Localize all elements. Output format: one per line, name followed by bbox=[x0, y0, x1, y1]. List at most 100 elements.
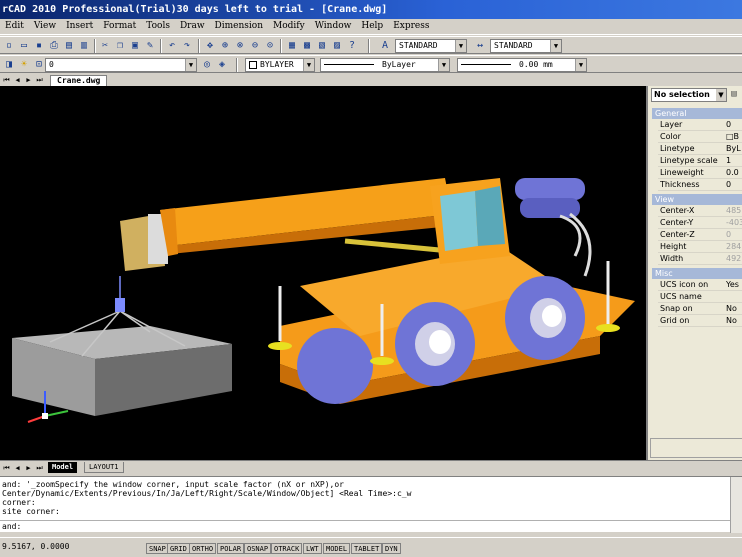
prop-row[interactable]: Width 492 bbox=[658, 253, 742, 265]
command-input[interactable]: and: bbox=[0, 520, 730, 531]
prop-row[interactable]: Linetype ByL bbox=[658, 143, 742, 155]
prop-row[interactable]: UCS icon on Yes bbox=[658, 279, 742, 291]
tab-model[interactable]: Model bbox=[48, 462, 78, 473]
color-select[interactable]: BYLAYER ▼ bbox=[245, 58, 315, 72]
document-tab[interactable]: Crane.dwg bbox=[50, 75, 108, 86]
winch-drums bbox=[515, 178, 592, 277]
tool-palette-icon[interactable]: ▧ bbox=[315, 39, 329, 52]
lwt-toggle[interactable]: LWT bbox=[303, 543, 322, 554]
text-style-icon[interactable]: A bbox=[378, 39, 392, 52]
grid-toggle[interactable]: GRID bbox=[167, 543, 190, 554]
layer-previous-icon[interactable]: ◈ bbox=[215, 58, 229, 71]
match-properties-icon[interactable]: ✎ bbox=[143, 39, 157, 52]
command-history-line: site corner: bbox=[2, 507, 60, 516]
zoom-previous-icon[interactable]: ⊖ bbox=[248, 39, 262, 52]
chevron-down-icon: ▼ bbox=[185, 59, 196, 71]
cut-icon[interactable]: ✂ bbox=[98, 39, 112, 52]
ortho-toggle[interactable]: ORTHO bbox=[189, 543, 217, 554]
zoom-realtime-icon[interactable]: ⊕ bbox=[218, 39, 232, 52]
category-misc[interactable]: Misc bbox=[652, 268, 742, 279]
pan-icon[interactable]: ✥ bbox=[203, 39, 217, 52]
calculator-icon[interactable]: ▨ bbox=[330, 39, 344, 52]
layer-lock-icon[interactable]: ⊡ bbox=[32, 58, 46, 71]
dyn-toggle[interactable]: DYN bbox=[382, 543, 401, 554]
publish-icon[interactable]: ▥ bbox=[77, 39, 91, 52]
tab-first-icon[interactable]: ⏮ bbox=[2, 75, 11, 85]
menu-tools[interactable]: Tools bbox=[141, 19, 175, 35]
lineweight-sample bbox=[461, 64, 511, 65]
lineweight-select[interactable]: 0.00 mm ▼ bbox=[457, 58, 587, 72]
model-toggle[interactable]: MODEL bbox=[323, 543, 351, 554]
print-icon[interactable]: ⎙ bbox=[47, 39, 61, 52]
preview-icon[interactable]: ▤ bbox=[62, 39, 76, 52]
quick-select-icon[interactable]: ▤ bbox=[728, 88, 740, 101]
help-icon[interactable]: ? bbox=[345, 39, 359, 52]
chevron-down-icon: ▼ bbox=[455, 40, 466, 52]
new-icon[interactable]: ▫ bbox=[2, 39, 16, 52]
prop-row[interactable]: Grid on No bbox=[658, 315, 742, 327]
layout-last-icon[interactable]: ⏭ bbox=[35, 463, 44, 473]
zoom-window-icon[interactable]: ⊗ bbox=[233, 39, 247, 52]
category-view[interactable]: View bbox=[652, 194, 742, 205]
prop-row[interactable]: Lineweight 0.0 bbox=[658, 167, 742, 179]
menu-window[interactable]: Window bbox=[310, 19, 357, 35]
selection-select[interactable]: No selection ▼ bbox=[651, 88, 727, 102]
osnap-toggle[interactable]: OSNAP bbox=[244, 543, 272, 554]
prop-row[interactable]: Center-Y-403 bbox=[658, 217, 742, 229]
copy-icon[interactable]: ❐ bbox=[113, 39, 127, 52]
layer-on-icon[interactable]: ☀ bbox=[17, 58, 31, 71]
layer-select[interactable]: 0 ▼ bbox=[45, 58, 197, 72]
menu-express[interactable]: Express bbox=[388, 19, 434, 35]
text-style-select[interactable]: STANDARD ▼ bbox=[395, 39, 467, 53]
tablet-toggle[interactable]: TABLET bbox=[351, 543, 383, 554]
drawing-canvas[interactable] bbox=[0, 86, 646, 460]
tab-last-icon[interactable]: ⏭ bbox=[35, 75, 44, 85]
undo-icon[interactable]: ↶ bbox=[165, 39, 179, 52]
menu-view[interactable]: View bbox=[29, 19, 61, 35]
dim-style-select[interactable]: STANDARD ▼ bbox=[490, 39, 562, 53]
make-current-layer-icon[interactable]: ◎ bbox=[200, 58, 214, 71]
properties-icon[interactable]: ▦ bbox=[285, 39, 299, 52]
layout-next-icon[interactable]: ▶ bbox=[24, 463, 33, 473]
paste-icon[interactable]: ▣ bbox=[128, 39, 142, 52]
dim-style-icon[interactable]: ↔ bbox=[473, 39, 487, 52]
menu-format[interactable]: Format bbox=[98, 19, 141, 35]
category-general[interactable]: General bbox=[652, 108, 742, 119]
prop-row[interactable]: Snap on No bbox=[658, 303, 742, 315]
open-icon[interactable]: ▭ bbox=[17, 39, 31, 52]
otrack-toggle[interactable]: OTRACK bbox=[271, 543, 303, 554]
menu-modify[interactable]: Modify bbox=[268, 19, 310, 35]
menu-draw[interactable]: Draw bbox=[175, 19, 210, 35]
tab-prev-icon[interactable]: ◀ bbox=[13, 75, 22, 85]
tab-layout1[interactable]: LAYOUT1 bbox=[84, 462, 124, 473]
menu-insert[interactable]: Insert bbox=[61, 19, 98, 35]
menu-dimension[interactable]: Dimension bbox=[210, 19, 268, 35]
command-scrollbar[interactable] bbox=[730, 477, 742, 533]
save-icon[interactable]: ▪ bbox=[32, 39, 46, 52]
prop-row[interactable]: Linetype scale 1 bbox=[658, 155, 742, 167]
menu-help[interactable]: Help bbox=[356, 19, 388, 35]
layout-prev-icon[interactable]: ◀ bbox=[13, 463, 22, 473]
prop-row[interactable]: Thickness 0 bbox=[658, 179, 742, 191]
prop-row[interactable]: UCS name bbox=[658, 291, 742, 303]
standard-toolbar: ▫ ▭ ▪ ⎙ ▤ ▥ ✂ ❐ ▣ ✎ ↶ ↷ ✥ ⊕ ⊗ ⊖ ⊙ ▦ ▩ ▧ … bbox=[0, 36, 742, 54]
prop-row[interactable]: Height 284 bbox=[658, 241, 742, 253]
design-center-icon[interactable]: ▩ bbox=[300, 39, 314, 52]
layout-first-icon[interactable]: ⏮ bbox=[2, 463, 11, 473]
linetype-select[interactable]: ByLayer ▼ bbox=[320, 58, 450, 72]
prop-row[interactable]: Color □B bbox=[658, 131, 742, 143]
snap-toggle[interactable]: SNAP bbox=[146, 543, 169, 554]
crane-boom bbox=[160, 178, 452, 256]
layer-manager-icon[interactable]: ◨ bbox=[2, 58, 16, 71]
zoom-extents-icon[interactable]: ⊙ bbox=[263, 39, 277, 52]
prop-row[interactable]: Center-Z 0 bbox=[658, 229, 742, 241]
menu-edit[interactable]: Edit bbox=[0, 19, 29, 35]
prop-row[interactable]: Layer 0 bbox=[658, 119, 742, 131]
redo-icon[interactable]: ↷ bbox=[180, 39, 194, 52]
tab-next-icon[interactable]: ▶ bbox=[24, 75, 33, 85]
chevron-down-icon: ▼ bbox=[303, 59, 314, 71]
document-tab-strip: ⏮ ◀ ▶ ⏭ Crane.dwg bbox=[0, 74, 742, 86]
polar-toggle[interactable]: POLAR bbox=[217, 543, 245, 554]
prop-row[interactable]: Center-X 485 bbox=[658, 205, 742, 217]
luffing-cylinder bbox=[344, 238, 451, 254]
